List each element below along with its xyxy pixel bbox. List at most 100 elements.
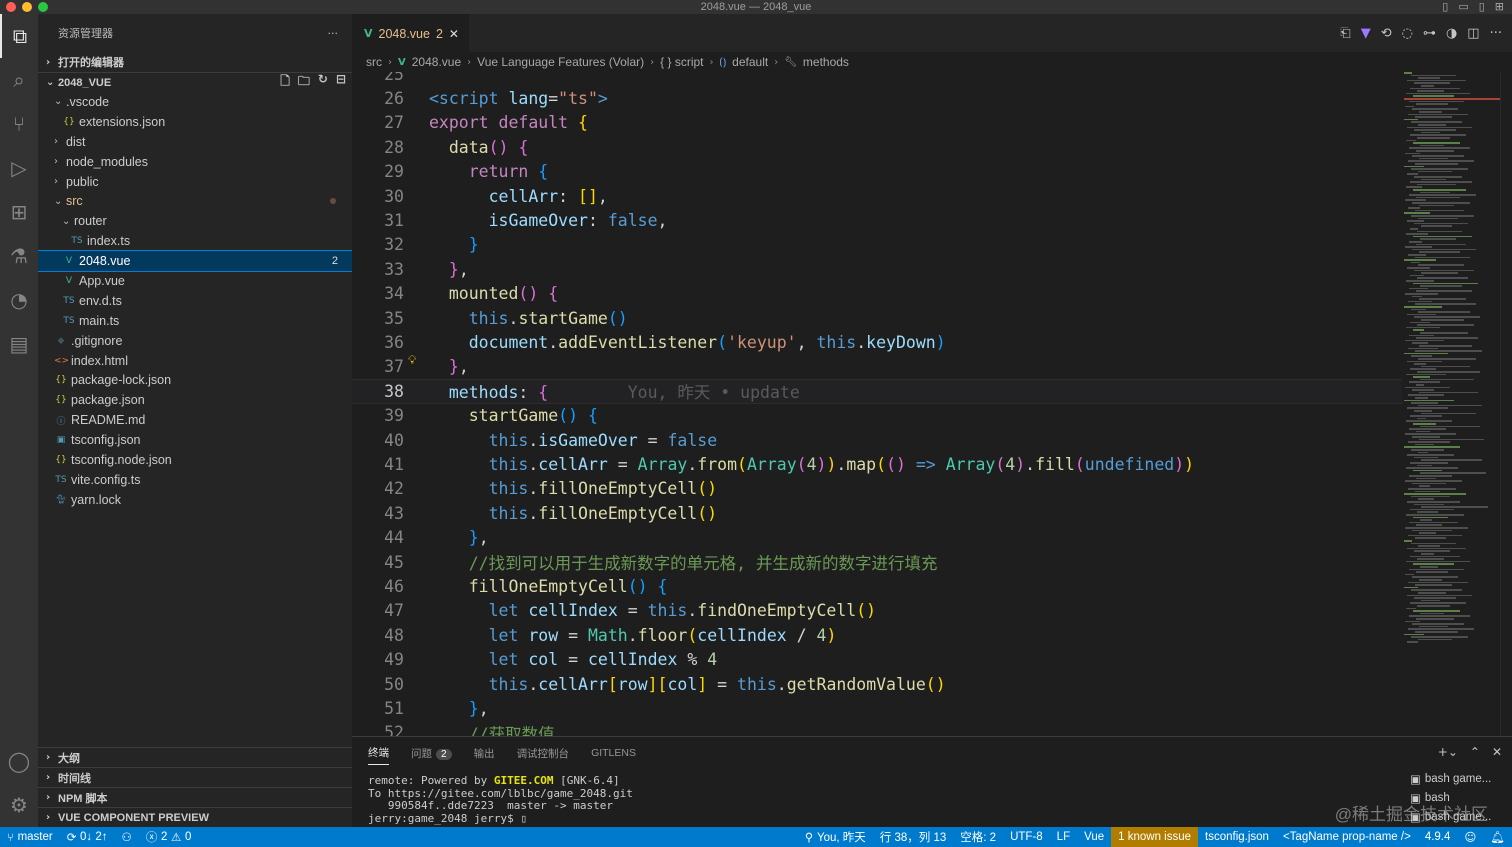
- indentation[interactable]: 空格: 2: [953, 827, 1003, 847]
- code-line[interactable]: 46 fillOneEmptyCell() {: [352, 574, 1402, 598]
- ts-version[interactable]: 4.9.4: [1418, 827, 1458, 847]
- code-line[interactable]: 38 methods: { You, 昨天 • update: [352, 379, 1402, 404]
- tree-item[interactable]: ◆ .gitignore: [38, 331, 352, 351]
- open-editors-section[interactable]: › 打开的编辑器: [38, 52, 352, 72]
- sidebar-section[interactable]: › 时间线: [38, 767, 352, 787]
- code-line[interactable]: 26 <script lang="ts">: [352, 86, 1402, 110]
- code-line[interactable]: 39 startGame() {: [352, 404, 1402, 428]
- more-actions-icon[interactable]: ···: [328, 27, 339, 40]
- refresh-icon[interactable]: ↻: [318, 72, 328, 93]
- code-line[interactable]: 50 this.cellArr[row][col] = this.getRand…: [352, 672, 1402, 696]
- code-line[interactable]: 30 cellArr: [],: [352, 184, 1402, 208]
- breadcrumb-item[interactable]: 2048.vue: [412, 55, 461, 69]
- panel-tab[interactable]: GITLENS: [591, 747, 636, 759]
- new-folder-icon[interactable]: 🗀: [298, 72, 310, 93]
- previous-change-icon[interactable]: ◌: [1402, 26, 1413, 41]
- code-line[interactable]: 27 export default {: [352, 111, 1402, 135]
- code-line[interactable]: 29 return {: [352, 160, 1402, 184]
- panel-tab[interactable]: 终端: [368, 745, 389, 765]
- gitlens-icon[interactable]: ◔: [0, 278, 38, 322]
- tree-item[interactable]: <> index.html: [38, 351, 352, 371]
- vue-preview-icon[interactable]: ▼: [1361, 26, 1371, 41]
- branch-status[interactable]: ⑂ master: [0, 827, 60, 847]
- code-line[interactable]: 40 this.isGameOver = false: [352, 428, 1402, 452]
- code-line[interactable]: 41 this.cellArr = Array.from(Array(4)).m…: [352, 452, 1402, 476]
- breadcrumb-item[interactable]: methods: [803, 55, 849, 69]
- cursor-position[interactable]: 行 38，列 13: [873, 827, 953, 847]
- live-share-status[interactable]: ⚇: [115, 827, 139, 847]
- code-line[interactable]: 52 //获取数值: [352, 721, 1402, 736]
- code-line[interactable]: 49 let col = cellIndex % 4: [352, 648, 1402, 672]
- breadcrumb-item[interactable]: default: [732, 55, 768, 69]
- code-line[interactable]: 47 let cellIndex = this.findOneEmptyCell…: [352, 599, 1402, 623]
- tab-2048-vue[interactable]: V 2048.vue 2 ✕: [352, 14, 469, 52]
- source-control-icon[interactable]: ⑂: [0, 102, 38, 146]
- breadcrumb-item[interactable]: { } script: [660, 55, 703, 69]
- toggle-sidebar-icon[interactable]: ▯: [1442, 0, 1448, 14]
- toggle-secondary-sidebar-icon[interactable]: ▯: [1479, 0, 1485, 14]
- terminal-output[interactable]: remote: Powered by GITEE.COM [GNK-6.4] To…: [368, 774, 633, 826]
- code-line[interactable]: 34 mounted() {: [352, 282, 1402, 306]
- code-line[interactable]: 43 this.fillOneEmptyCell(): [352, 501, 1402, 525]
- tree-item[interactable]: › public: [38, 172, 352, 192]
- toggle-panel-icon[interactable]: ▭: [1458, 0, 1468, 14]
- end-of-line[interactable]: LF: [1050, 827, 1077, 847]
- code-line[interactable]: 42 this.fillOneEmptyCell(): [352, 477, 1402, 501]
- explorer-icon[interactable]: ⧉: [0, 14, 38, 58]
- sidebar-section[interactable]: › NPM 脚本: [38, 787, 352, 807]
- breadcrumb-item[interactable]: src: [366, 55, 382, 69]
- tree-item[interactable]: ⌄ src: [38, 191, 352, 211]
- tree-item[interactable]: V App.vue: [38, 271, 352, 291]
- tree-item[interactable]: {} package-lock.json: [38, 370, 352, 390]
- code-line[interactable]: 36 document.addEventListener('keyup', th…: [352, 330, 1402, 354]
- blame-status[interactable]: ⚲ You, 昨天: [798, 827, 873, 847]
- tree-item[interactable]: TS vite.config.ts: [38, 470, 352, 490]
- notifications-icon[interactable]: 🔔︎: [1483, 827, 1512, 847]
- language-mode[interactable]: Vue: [1077, 827, 1111, 847]
- new-terminal-icon[interactable]: +⌄: [1438, 745, 1458, 759]
- tree-item[interactable]: › node_modules: [38, 152, 352, 172]
- timeline-icon[interactable]: ◑: [1446, 26, 1457, 41]
- new-file-icon[interactable]: 🗋: [280, 72, 290, 93]
- tree-item[interactable]: V 2048.vue 2: [38, 250, 352, 273]
- tree-item[interactable]: 🐈︎ yarn.lock: [38, 490, 352, 510]
- settings-gear-icon[interactable]: ⚙: [0, 783, 38, 827]
- code-line[interactable]: 31 isGameOver: false,: [352, 208, 1402, 232]
- testing-icon[interactable]: ⚗: [0, 234, 38, 278]
- close-panel-icon[interactable]: ✕: [1492, 745, 1502, 759]
- tsconfig-status[interactable]: tsconfig.json: [1198, 827, 1276, 847]
- tree-item[interactable]: {} package.json: [38, 390, 352, 410]
- code-line[interactable]: 37 💡︎ },: [352, 353, 1402, 379]
- extensions-icon[interactable]: ⊞: [0, 190, 38, 234]
- tree-item[interactable]: ▣ tsconfig.json: [38, 430, 352, 450]
- tree-item[interactable]: {} tsconfig.node.json: [38, 450, 352, 470]
- code-line[interactable]: 44 },: [352, 526, 1402, 550]
- problems-status[interactable]: ⓧ 2 ⚠ 0: [139, 827, 199, 847]
- panel-tab[interactable]: 调试控制台: [517, 746, 570, 761]
- code-line[interactable]: 35 this.startGame(): [352, 306, 1402, 330]
- tree-item[interactable]: › dist: [38, 132, 352, 152]
- close-tab-icon[interactable]: ✕: [449, 27, 459, 41]
- tree-item[interactable]: {} extensions.json: [38, 112, 352, 132]
- next-change-icon[interactable]: ⊶: [1423, 26, 1436, 41]
- breadcrumb-item[interactable]: Vue Language Features (Volar): [477, 55, 644, 69]
- tree-item[interactable]: TS main.ts: [38, 311, 352, 331]
- panel-tab[interactable]: 问题 2: [411, 746, 452, 761]
- tree-item[interactable]: TS index.ts: [38, 231, 352, 251]
- code-editor[interactable]: 25 26 <script lang="ts"> 27 export default …: [352, 72, 1402, 736]
- editor-scrollbar[interactable]: [1500, 72, 1512, 736]
- lightbulb-icon[interactable]: 💡︎: [408, 353, 416, 368]
- tree-item[interactable]: ⌄ router: [38, 211, 352, 231]
- code-line[interactable]: 51 },: [352, 696, 1402, 720]
- panel-tab[interactable]: 输出: [474, 746, 495, 761]
- code-line[interactable]: 48 let row = Math.floor(cellIndex / 4): [352, 623, 1402, 647]
- open-changes-icon[interactable]: ⎗: [1340, 26, 1350, 41]
- run-debug-icon[interactable]: ▷: [0, 146, 38, 190]
- feedback-icon[interactable]: ☺: [1457, 827, 1483, 847]
- accounts-icon[interactable]: ◯: [0, 739, 38, 783]
- tree-item[interactable]: TS env.d.ts: [38, 291, 352, 311]
- code-line[interactable]: 45 //找到可以用于生成新数字的单元格, 并生成新的数字进行填充: [352, 550, 1402, 574]
- sidebar-section[interactable]: › 大纲: [38, 747, 352, 767]
- collapse-all-icon[interactable]: ⊟: [336, 72, 346, 93]
- code-line[interactable]: 25: [352, 72, 1402, 86]
